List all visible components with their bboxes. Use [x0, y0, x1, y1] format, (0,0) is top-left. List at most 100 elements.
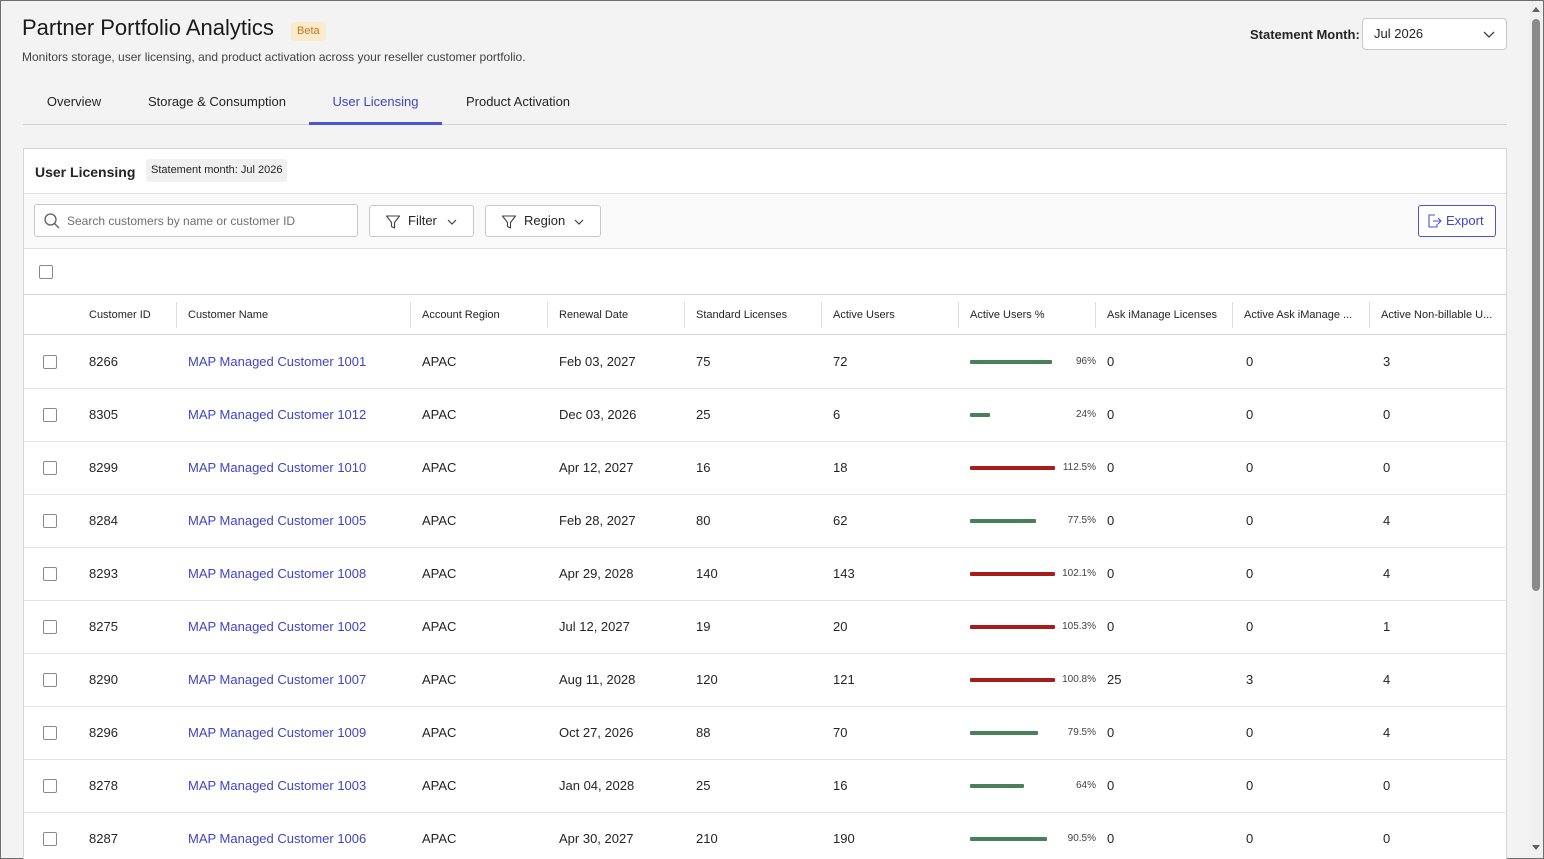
column-header-active-users[interactable]: Active Users	[833, 295, 958, 335]
vertical-scrollbar[interactable]	[1529, 1, 1543, 858]
standard-licenses: 25	[696, 407, 711, 422]
active-ask-imanage: 0	[1246, 778, 1254, 793]
renewal-date: Apr 30, 2027	[559, 831, 634, 846]
column-header-active-users-pct[interactable]: Active Users %	[970, 295, 1095, 335]
standard-licenses: 120	[696, 672, 718, 687]
customer-id: 8266	[89, 354, 118, 369]
active-non-billable: 0	[1383, 778, 1391, 793]
statement-month-select[interactable]: Jul 2026	[1362, 18, 1507, 50]
column-header-ask-imanage-licenses[interactable]: Ask iManage Licenses	[1107, 295, 1232, 335]
select-all-checkbox[interactable]	[39, 265, 53, 279]
table-row: 8275 MAP Managed Customer 1002 APAC Jul 12,…	[24, 601, 1506, 654]
customer-name-link[interactable]: MAP Managed Customer 1001	[188, 336, 366, 388]
column-header-standard-licenses[interactable]: Standard Licenses	[696, 295, 821, 335]
select-all-row	[24, 249, 1506, 295]
column-header-active-non-billable[interactable]: Active Non-billable U...	[1381, 295, 1506, 335]
customer-name-link[interactable]: MAP Managed Customer 1008	[188, 548, 366, 600]
customer-name-link[interactable]: MAP Managed Customer 1007	[188, 654, 366, 706]
column-header-customer-id[interactable]: Customer ID	[89, 295, 174, 335]
customer-name-link[interactable]: MAP Managed Customer 1010	[188, 442, 366, 494]
scroll-up-arrow-icon[interactable]	[1532, 6, 1540, 12]
column-header-active-ask-imanage[interactable]: Active Ask iManage ...	[1244, 295, 1369, 335]
table-row: 8293 MAP Managed Customer 1008 APAC Apr 29,…	[24, 548, 1506, 601]
user-licensing-panel: User Licensing Statement month: Jul 2026…	[23, 148, 1507, 859]
active-users: 16	[833, 778, 848, 793]
statement-month-value: Jul 2026	[1374, 26, 1424, 41]
active-ask-imanage: 0	[1246, 354, 1254, 369]
active-users: 62	[833, 513, 848, 528]
table-row: 8284 MAP Managed Customer 1005 APAC Feb 28,…	[24, 495, 1506, 548]
column-header-renewal-date[interactable]: Renewal Date	[559, 295, 684, 335]
search-input[interactable]	[67, 212, 347, 230]
row-checkbox[interactable]	[43, 779, 57, 793]
row-checkbox[interactable]	[43, 355, 57, 369]
active-users: 20	[833, 619, 848, 634]
column-header-customer-name[interactable]: Customer Name	[188, 295, 408, 335]
active-users-pct-label: 96%	[1075, 356, 1096, 367]
ask-imanage-licenses: 0	[1107, 513, 1115, 528]
active-users-pct-label: 112.5%	[1062, 462, 1096, 473]
account-region: APAC	[422, 725, 457, 740]
active-users: 72	[833, 354, 848, 369]
standard-licenses: 210	[696, 831, 718, 846]
table-row: 8266 MAP Managed Customer 1001 APAC Feb 03,…	[24, 336, 1506, 389]
ask-imanage-licenses: 0	[1107, 354, 1115, 369]
renewal-date: Dec 03, 2026	[559, 407, 637, 422]
customer-id: 8287	[89, 831, 118, 846]
customer-name-link[interactable]: MAP Managed Customer 1012	[188, 389, 366, 441]
active-users-pct-label: 102.1%	[1062, 568, 1096, 579]
row-checkbox[interactable]	[43, 726, 57, 740]
customer-name-link[interactable]: MAP Managed Customer 1002	[188, 601, 366, 653]
renewal-date: Jul 12, 2027	[559, 619, 630, 634]
standard-licenses: 88	[696, 725, 711, 740]
export-button[interactable]: Export	[1418, 205, 1496, 237]
customer-id: 8299	[89, 460, 118, 475]
active-non-billable: 4	[1383, 513, 1391, 528]
row-checkbox[interactable]	[43, 408, 57, 422]
column-header-account-region[interactable]: Account Region	[422, 295, 547, 335]
tab-product-activation[interactable]: Product Activation	[442, 85, 594, 125]
active-non-billable: 0	[1383, 460, 1391, 475]
row-checkbox[interactable]	[43, 620, 57, 634]
row-checkbox[interactable]	[43, 514, 57, 528]
active-users: 143	[833, 566, 855, 581]
account-region: APAC	[422, 619, 457, 634]
active-users-pct-bar	[970, 784, 1024, 788]
customer-name-link[interactable]: MAP Managed Customer 1005	[188, 495, 366, 547]
row-checkbox[interactable]	[43, 673, 57, 687]
scrollbar-thumb[interactable]	[1532, 19, 1540, 591]
scroll-down-arrow-icon[interactable]	[1532, 845, 1540, 851]
active-non-billable: 3	[1383, 354, 1391, 369]
standard-licenses: 80	[696, 513, 711, 528]
active-ask-imanage: 3	[1246, 672, 1254, 687]
tab-user-licensing[interactable]: User Licensing	[309, 85, 442, 125]
active-users-pct-bar	[970, 360, 1052, 364]
customer-id: 8284	[89, 513, 118, 528]
customer-name-link[interactable]: MAP Managed Customer 1006	[188, 813, 366, 859]
renewal-date: Feb 03, 2027	[559, 354, 636, 369]
row-checkbox[interactable]	[43, 567, 57, 581]
account-region: APAC	[422, 672, 457, 687]
active-users-pct-bar	[970, 519, 1036, 523]
tab-storage-consumption[interactable]: Storage & Consumption	[125, 85, 309, 125]
tab-bar: Overview Storage & Consumption User Lice…	[23, 85, 1507, 125]
column-divider	[684, 302, 685, 328]
filter-button[interactable]: Filter	[369, 205, 474, 237]
row-checkbox[interactable]	[43, 461, 57, 475]
active-users-pct-bar	[970, 466, 1055, 470]
search-box[interactable]	[34, 204, 358, 237]
account-region: APAC	[422, 513, 457, 528]
statement-month-label: Statement Month:	[1250, 27, 1360, 42]
row-checkbox[interactable]	[43, 832, 57, 846]
renewal-date: Jan 04, 2028	[559, 778, 635, 793]
region-filter-button[interactable]: Region	[485, 205, 601, 237]
standard-licenses: 75	[696, 354, 711, 369]
active-users: 18	[833, 460, 848, 475]
chevron-down-icon	[447, 219, 457, 225]
active-users-pct-bar	[970, 625, 1055, 629]
active-non-billable: 1	[1383, 619, 1391, 634]
customer-name-link[interactable]: MAP Managed Customer 1003	[188, 760, 366, 812]
tab-overview[interactable]: Overview	[23, 85, 125, 125]
customer-name-link[interactable]: MAP Managed Customer 1009	[188, 707, 366, 759]
ask-imanage-licenses: 0	[1107, 566, 1115, 581]
